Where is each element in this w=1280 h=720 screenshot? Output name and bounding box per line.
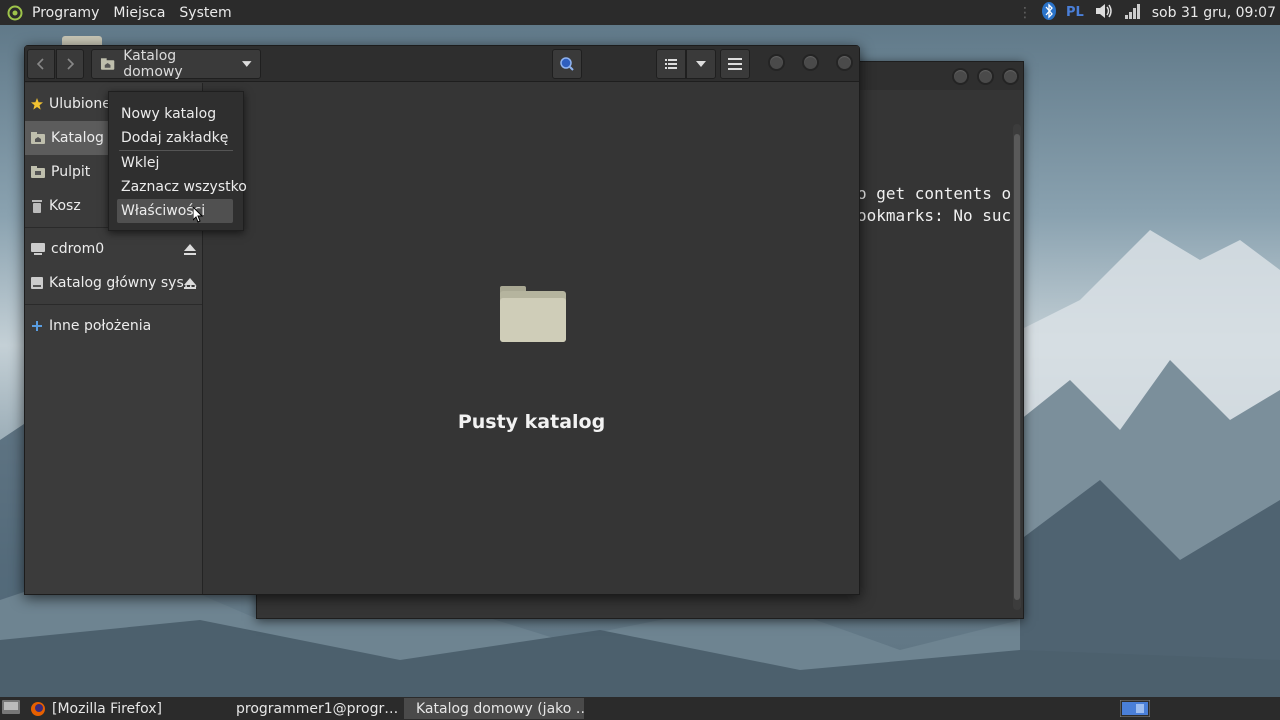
task-label: programmer1@progr… (236, 700, 399, 717)
hamburger-menu-button[interactable] (720, 49, 750, 79)
sidebar-item-label: cdrom0 (51, 241, 105, 257)
sidebar-divider (25, 304, 202, 305)
distro-logo-icon[interactable] (4, 2, 26, 24)
task-label: Katalog domowy (jako … (416, 700, 584, 717)
sidebar-item-katalog-glowny[interactable]: Katalog główny sys… (25, 266, 202, 300)
task-label: [Mozilla Firefox] (52, 700, 162, 717)
close-button[interactable] (1002, 68, 1019, 85)
minimize-button[interactable] (952, 68, 969, 85)
clock[interactable]: sob 31 gru, 09:07 (1152, 5, 1276, 21)
drive-icon (31, 277, 43, 289)
close-button[interactable] (836, 54, 853, 71)
search-button[interactable] (552, 49, 582, 79)
star-icon (31, 98, 43, 110)
forward-button[interactable] (56, 49, 84, 79)
plus-icon (32, 321, 42, 331)
workspace-switcher-icon[interactable] (1119, 699, 1151, 720)
menu-miejsca[interactable]: Miejsca (113, 5, 165, 21)
volume-icon[interactable] (1094, 2, 1114, 24)
menu-system[interactable]: System (179, 5, 231, 21)
drive-icon (31, 243, 45, 255)
path-bar-button[interactable]: Katalog domowy (91, 48, 261, 80)
maximize-button[interactable] (802, 54, 819, 71)
sidebar-item-label: Katalog główny sys… (49, 275, 198, 291)
home-folder-icon (100, 58, 115, 70)
menu-item-nowy-katalog[interactable]: Nowy katalog (109, 102, 243, 126)
file-manager-headerbar[interactable]: Katalog domowy (25, 46, 859, 82)
list-view-icon (665, 59, 677, 69)
menu-item-dodaj-zakladke[interactable]: Dodaj zakładkę (109, 126, 243, 150)
desktop-folder-icon (31, 166, 45, 178)
menu-item-wlasciwosci[interactable]: Właściwości (117, 199, 233, 223)
task-file-manager[interactable]: Katalog domowy (jako … (404, 698, 584, 719)
arrow-right-icon (67, 58, 75, 70)
task-terminal[interactable]: programmer1@progr… (224, 698, 404, 719)
sidebar-item-label: Kosz (49, 198, 81, 214)
taskbar: [Mozilla Firefox] programmer1@progr… Kat… (0, 697, 1280, 720)
eject-icon[interactable] (184, 277, 196, 289)
back-button[interactable] (27, 49, 55, 79)
home-folder-icon (31, 132, 45, 144)
menu-item-zaznacz-wszystko[interactable]: Zaznacz wszystko (109, 175, 247, 199)
network-signal-icon[interactable] (1124, 2, 1142, 24)
firefox-icon (31, 701, 45, 716)
terminal-scrollbar[interactable] (1013, 124, 1021, 610)
panel-handle-icon: ⋮ (1017, 4, 1032, 21)
task-firefox[interactable]: [Mozilla Firefox] (24, 698, 224, 719)
trash-icon (32, 199, 42, 213)
eject-icon[interactable] (184, 243, 196, 255)
sidebar-item-inne-polozenia[interactable]: Inne położenia (25, 309, 202, 343)
mouse-cursor-icon (193, 207, 203, 223)
arrow-left-icon (36, 58, 44, 70)
keyboard-layout[interactable]: PL (1066, 5, 1084, 20)
search-icon (560, 57, 574, 71)
maximize-button[interactable] (977, 68, 994, 85)
sidebar-item-label: Ulubione (49, 96, 111, 112)
chevron-down-icon (242, 61, 252, 67)
sidebar-item-label: Pulpit (51, 164, 91, 180)
context-menu: Nowy katalog Dodaj zakładkę Wklej Zaznac… (108, 91, 247, 231)
menu-item-wklej[interactable]: Wklej (109, 151, 243, 175)
top-panel: Programy Miejsca System ⋮ PL sob 31 gru,… (0, 0, 1280, 25)
terminal-line: o get contents o (857, 184, 1012, 203)
hamburger-icon (728, 58, 742, 70)
list-view-button[interactable] (656, 49, 686, 79)
terminal-line: ookmarks: No suc (857, 206, 1012, 225)
minimize-button[interactable] (768, 54, 785, 71)
empty-folder-label: Pusty katalog (457, 411, 606, 433)
sidebar-item-cdrom0[interactable]: cdrom0 (25, 232, 202, 266)
file-view[interactable]: Pusty katalog (204, 83, 859, 594)
menu-programy[interactable]: Programy (32, 5, 99, 21)
show-desktop-icon[interactable] (2, 699, 20, 718)
path-label: Katalog domowy (123, 48, 183, 80)
bluetooth-icon[interactable] (1041, 1, 1056, 24)
empty-folder-icon (500, 286, 566, 342)
sidebar-item-label: Inne położenia (49, 318, 152, 334)
chevron-down-icon (696, 61, 706, 67)
view-options-button[interactable] (686, 49, 716, 79)
